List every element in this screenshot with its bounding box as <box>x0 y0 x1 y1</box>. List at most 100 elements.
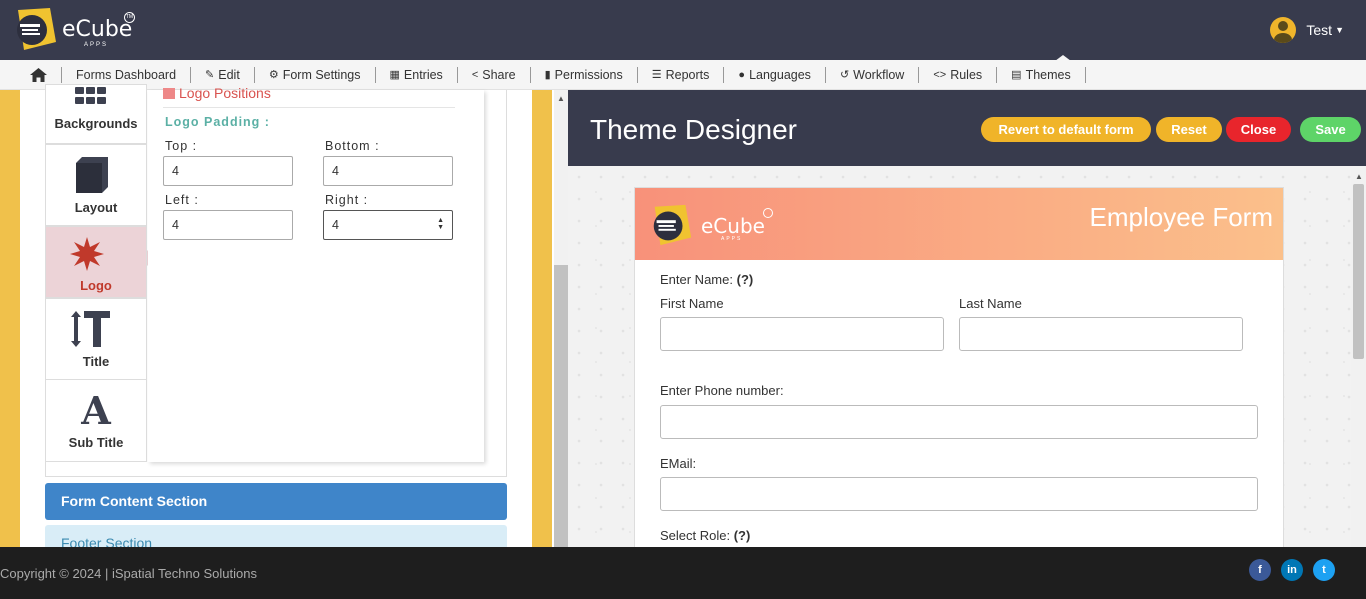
phone-label: Enter Phone number: <box>660 383 784 398</box>
nav-workflow[interactable]: ↺ Workflow <box>824 66 918 83</box>
nav-home[interactable] <box>28 67 61 83</box>
left-scrollbar[interactable]: ▲ <box>554 90 568 547</box>
nav-label: Workflow <box>853 67 905 82</box>
logo-positions-title: Logo Positions <box>179 85 271 101</box>
close-button[interactable]: Close <box>1226 117 1291 142</box>
designer-header: Theme Designer Revert to default form Re… <box>568 90 1366 166</box>
nav-languages[interactable]: ● Languages <box>723 66 825 83</box>
brand-logo[interactable]: eCube APPS TM <box>10 6 140 52</box>
chevron-down-icon: ▼ <box>1335 25 1344 35</box>
form-brand-name: eCube <box>701 214 765 238</box>
tab-label: Backgrounds <box>54 116 138 131</box>
logo-padding-heading: Logo Padding : <box>165 115 270 129</box>
nav-label: Edit <box>218 67 240 82</box>
image-icon <box>163 88 175 99</box>
page-title: Theme Designer <box>590 114 797 145</box>
font-icon: A <box>81 388 111 433</box>
tab-label: Sub Title <box>68 435 124 450</box>
logo-settings: Logo Positions Logo Padding : Top : 4 Bo… <box>148 85 484 462</box>
save-button[interactable]: Save <box>1300 117 1361 142</box>
help-icon[interactable]: (?) <box>734 528 751 543</box>
first-name-input[interactable] <box>660 317 944 351</box>
tab-layout[interactable]: Layout <box>45 144 147 226</box>
brand-tm: TM <box>124 12 135 23</box>
nav-share[interactable]: < Share <box>456 66 530 83</box>
facebook-icon[interactable]: f <box>1249 559 1271 581</box>
ecube-logo-icon <box>17 8 56 50</box>
tab-label: Layout <box>74 200 118 215</box>
starburst-icon <box>70 237 104 271</box>
nav-label: Languages <box>749 67 811 82</box>
left-label: Left : <box>165 193 199 207</box>
user-menu[interactable]: Test ▼ <box>1270 16 1344 44</box>
first-name-label: First Name <box>660 296 724 311</box>
theme-designer: Theme Designer Revert to default form Re… <box>568 90 1366 547</box>
reset-button[interactable]: Reset <box>1156 117 1222 142</box>
padding-right-input[interactable]: 4 ▲ ▼ <box>323 210 453 240</box>
form-content-section[interactable]: Form Content Section <box>45 483 507 520</box>
retweet-icon: ↺ <box>839 68 850 81</box>
table-icon: ▦ <box>389 68 400 81</box>
nav-entries[interactable]: ▦ Entries <box>374 66 457 83</box>
nav-label: Form Settings <box>282 67 361 82</box>
nav-form-settings[interactable]: ⚙ Form Settings <box>253 66 375 83</box>
tab-label: Title <box>82 354 110 369</box>
copyright-text: Copyright © 2024 | iSpatial Techno Solut… <box>0 566 257 581</box>
nav-label: Rules <box>950 67 983 82</box>
padding-top-input[interactable]: 4 <box>163 156 293 186</box>
page-footer: Copyright © 2024 | iSpatial Techno Solut… <box>0 547 1366 599</box>
nav-permissions[interactable]: ▮ Permissions <box>529 66 637 83</box>
scrollbar-thumb[interactable] <box>1353 184 1364 359</box>
language-icon: ● <box>738 68 746 81</box>
tab-logo[interactable]: Logo <box>45 226 147 298</box>
name-label: Enter Name: <box>660 272 733 287</box>
form-title: Employee Form <box>1089 202 1274 232</box>
padding-right-value: 4 <box>332 218 339 232</box>
bottom-label: Bottom : <box>325 139 380 153</box>
nav-rules[interactable]: <> Rules <box>918 66 996 83</box>
revert-button[interactable]: Revert to default form <box>981 117 1151 142</box>
tab-sub-title[interactable]: A Sub Title <box>45 379 147 462</box>
spinner-icon[interactable]: ▲ ▼ <box>437 217 444 231</box>
ecube-logo-icon <box>653 204 692 246</box>
panel-edge-right <box>532 90 552 547</box>
theme-tabs: Backgrounds Layout Logo Title A Sub Titl… <box>45 84 155 462</box>
brand-name: eCube <box>62 17 133 42</box>
padding-left-input[interactable]: 4 <box>163 210 293 240</box>
linkedin-icon[interactable]: in <box>1281 559 1303 581</box>
name-question: Enter Name: (?) <box>660 272 753 287</box>
right-label: Right : <box>325 193 369 207</box>
last-name-input[interactable] <box>959 317 1243 351</box>
nav-edit[interactable]: ✎ Edit <box>190 66 254 83</box>
database-icon: ☰ <box>651 68 662 81</box>
share-icon: < <box>471 68 479 81</box>
email-input[interactable] <box>660 477 1258 511</box>
nav-reports[interactable]: ☰ Reports <box>636 66 724 83</box>
email-label: EMail: <box>660 456 697 471</box>
nav-themes[interactable]: ▤ Themes <box>996 66 1086 83</box>
padding-bottom-input[interactable]: 4 <box>323 156 453 186</box>
last-name-label: Last Name <box>959 296 1022 311</box>
tab-label: Logo <box>80 278 112 293</box>
tab-backgrounds[interactable]: Backgrounds <box>45 84 147 144</box>
newspaper-icon: ▤ <box>1011 68 1022 81</box>
preview-scrollbar[interactable]: ▲ <box>1351 170 1366 547</box>
tab-title[interactable]: Title <box>45 298 147 380</box>
top-label: Top : <box>165 139 198 153</box>
twitter-icon[interactable]: t <box>1313 559 1335 581</box>
help-icon[interactable]: (?) <box>737 272 754 287</box>
scrollbar-thumb[interactable] <box>554 265 568 547</box>
gear-icon: ⚙ <box>268 68 279 81</box>
form-preview: eCube APPS Employee Form Enter Name: (?)… <box>634 187 1284 547</box>
text-height-icon <box>71 311 110 347</box>
phone-input[interactable] <box>660 405 1258 439</box>
tm-mark <box>763 208 773 218</box>
nav-label: Entries <box>403 67 443 82</box>
nav-forms-dashboard[interactable]: Forms Dashboard <box>61 66 190 83</box>
lock-icon: ▮ <box>544 68 551 81</box>
top-header: eCube APPS TM Test ▼ <box>0 0 1366 61</box>
scroll-up-icon[interactable]: ▲ <box>1355 172 1363 181</box>
scroll-up-icon[interactable]: ▲ <box>557 94 565 103</box>
role-question: Select Role: (?) <box>660 528 750 543</box>
user-name: Test <box>1306 22 1333 38</box>
